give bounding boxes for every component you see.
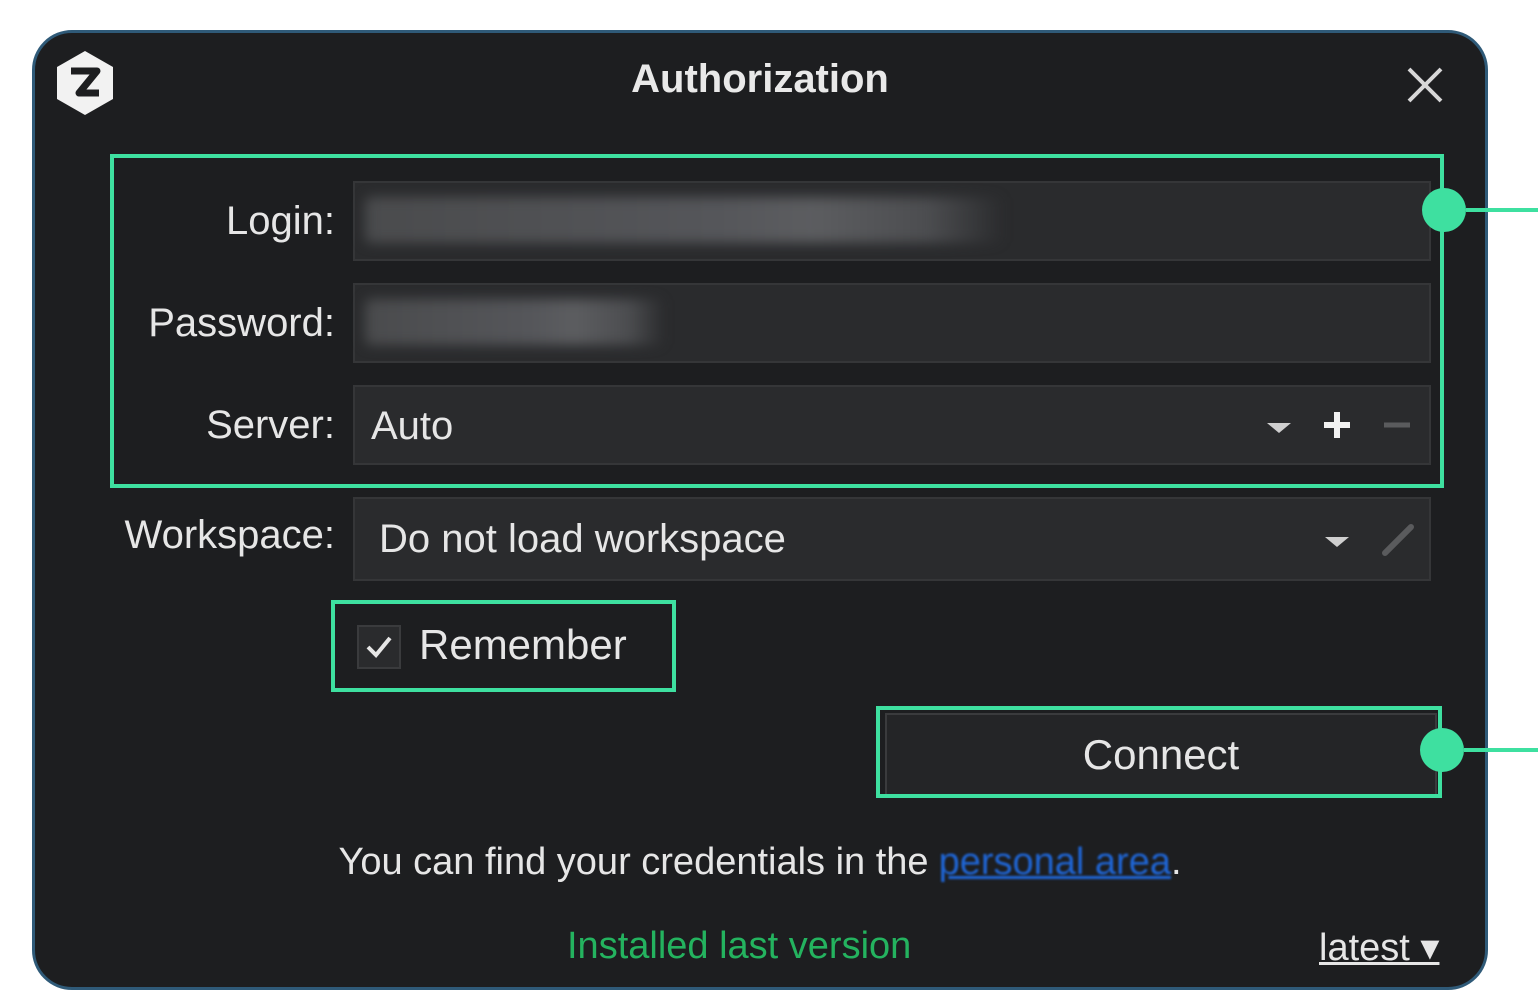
minus-icon[interactable] — [1381, 409, 1413, 441]
chevron-down-icon[interactable] — [1325, 537, 1349, 547]
server-label: Server: — [206, 403, 335, 447]
callout-dot — [1420, 728, 1464, 772]
window-title: Authorization — [631, 57, 889, 101]
credentials-info-end: . — [1170, 841, 1182, 883]
pencil-icon[interactable] — [1377, 519, 1417, 559]
password-value-redacted — [365, 299, 665, 345]
checkmark-icon — [366, 636, 392, 658]
workspace-label: Workspace: — [124, 513, 335, 557]
callout-line — [1466, 208, 1538, 212]
callout-line — [1464, 748, 1538, 752]
close-icon[interactable] — [1403, 63, 1447, 107]
chevron-down-icon[interactable] — [1267, 423, 1291, 433]
password-label: Password: — [148, 301, 335, 345]
workspace-value: Do not load workspace — [379, 517, 786, 561]
workspace-select[interactable]: Do not load workspace — [353, 497, 1431, 581]
server-select[interactable]: Auto — [353, 385, 1431, 465]
connect-button[interactable]: Connect — [885, 713, 1437, 797]
version-dropdown[interactable]: latest ▾ — [1319, 925, 1439, 970]
credentials-info: You can find your credentials in the pers… — [35, 841, 1485, 884]
login-label: Login: — [226, 199, 335, 243]
status-text: Installed last version — [567, 925, 912, 967]
authorization-window: Authorization Login: Password: Server: A… — [32, 30, 1488, 990]
server-value: Auto — [371, 404, 454, 448]
credentials-info-text: You can find your credentials in the — [338, 841, 929, 883]
plus-icon[interactable] — [1321, 409, 1353, 441]
remember-label[interactable]: Remember — [419, 621, 627, 669]
personal-area-link[interactable]: personal area — [939, 841, 1171, 883]
callout-dot — [1422, 188, 1466, 232]
login-field[interactable] — [353, 181, 1431, 261]
remember-checkbox[interactable] — [357, 625, 401, 669]
login-value-redacted — [365, 197, 1005, 243]
password-field[interactable] — [353, 283, 1431, 363]
